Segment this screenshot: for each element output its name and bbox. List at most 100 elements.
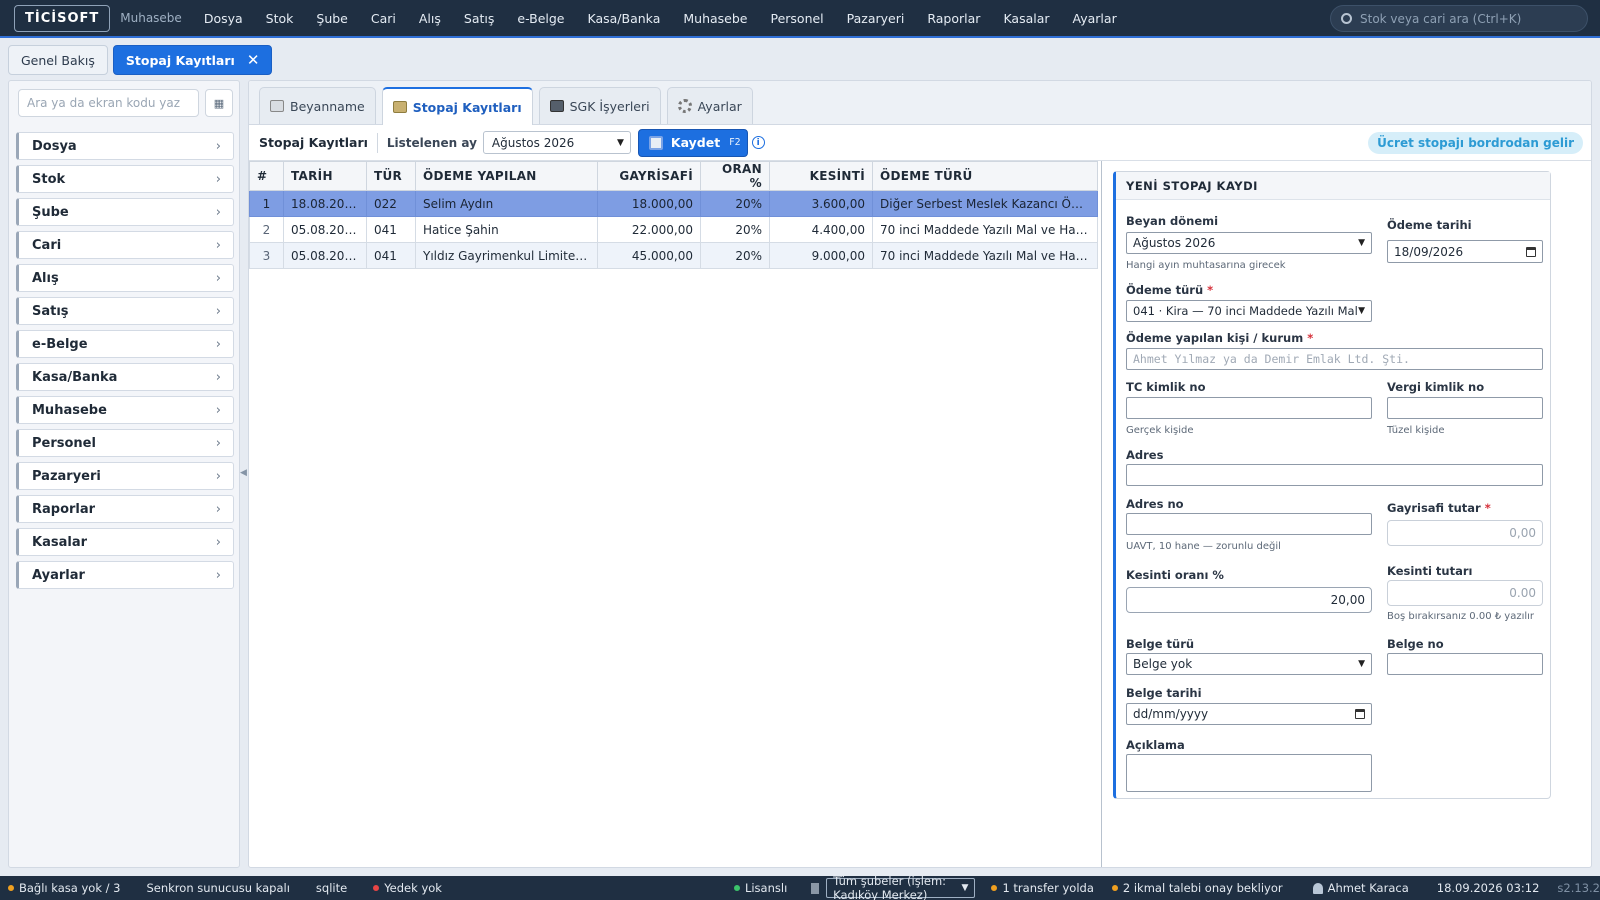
sidebar-item-raporlar[interactable]: Raporlar › (16, 495, 234, 523)
chevron-right-icon: › (215, 237, 221, 253)
top-menu-kasa-banka[interactable]: Kasa/Banka (588, 11, 661, 26)
table-row[interactable]: 1 18.08.2026 022 Selim Aydın 18.000,00 2… (249, 190, 1098, 217)
odeme-turu-select[interactable]: 041 · Kira — 70 inci Maddede Yazılı Mal … (1126, 300, 1372, 322)
oran-value: 20,00 (1330, 593, 1365, 607)
top-menu-kasalar[interactable]: Kasalar (1003, 11, 1049, 26)
gayrisafi-input[interactable]: 0,00 (1387, 520, 1543, 546)
belge-no-input[interactable] (1387, 653, 1543, 675)
col-header-payment-type[interactable]: ÖDEME TÜRÜ (872, 161, 1098, 191)
chevron-down-icon: ▼ (1358, 306, 1365, 316)
sidebar-item-pazaryeri[interactable]: Pazaryeri › (16, 462, 234, 490)
col-header-rate[interactable]: ORAN % (700, 161, 770, 191)
status-user[interactable]: Ahmet Karaca (1312, 881, 1409, 895)
cell-payment-type: 70 inci Maddede Yazılı Mal ve Hakların K… (872, 216, 1098, 243)
info-icon[interactable]: i (751, 136, 765, 149)
tab-sgk-isyerleri[interactable]: SGK İşyerleri (538, 87, 661, 124)
stopaj-table: # TARİH TÜR ÖDEME YAPILAN GAYRİSAFİ ORAN… (249, 161, 1098, 269)
sidebar-item-stok[interactable]: Stok › (16, 165, 234, 193)
top-menu-muhasebe[interactable]: Muhasebe (683, 11, 747, 26)
user-icon (1312, 882, 1323, 894)
top-menu-cari[interactable]: Cari (371, 11, 396, 26)
kesinti-label: Kesinti tutarı (1387, 564, 1473, 578)
top-menu-satis[interactable]: Satış (464, 11, 494, 26)
cell-type: 041 (366, 242, 416, 269)
belge-turu-select[interactable]: Belge yok ▼ (1126, 653, 1372, 675)
adres-no-input[interactable] (1126, 513, 1372, 535)
adres-input[interactable] (1126, 464, 1543, 486)
col-header-date[interactable]: TARİH (283, 161, 367, 191)
status-transfer[interactable]: 1 transfer yolda (991, 881, 1094, 895)
page-tabs: Genel Bakış Stopaj Kayıtları ✕ (0, 40, 1600, 80)
global-search-input[interactable]: Stok veya cari ara (Ctrl+K) (1330, 5, 1588, 32)
sidebar-item-kasa-banka[interactable]: Kasa/Banka › (16, 363, 234, 391)
odeme-turu-label: Ödeme türü * (1126, 283, 1213, 297)
sidebar-item-ebelge[interactable]: e-Belge › (16, 330, 234, 358)
sidebar-item-muhasebe[interactable]: Muhasebe › (16, 396, 234, 424)
odeme-tarihi-input[interactable]: 18/09/2026 (1387, 240, 1543, 263)
kisi-input[interactable]: Ahmet Yılmaz ya da Demir Emlak Ltd. Şti. (1126, 348, 1543, 370)
top-menu-alis[interactable]: Alış (419, 11, 441, 26)
table-row[interactable]: 2 05.08.2026 041 Hatice Şahin 22.000,00 … (249, 216, 1098, 243)
col-header-payee[interactable]: ÖDEME YAPILAN (415, 161, 598, 191)
sidebar-grid-button[interactable]: ▦ (205, 89, 233, 117)
top-menu-stok[interactable]: Stok (266, 11, 294, 26)
sidebar-collapse-handle[interactable]: ◀ (240, 468, 247, 478)
tab-stopaj-kayitlari[interactable]: Stopaj Kayıtları (381, 87, 533, 125)
sidebar-item-alis[interactable]: Alış › (16, 264, 234, 292)
status-version: s2.13.2 (1557, 881, 1600, 895)
branch-select[interactable]: Tüm şubeler (işlem: Kadıköy Merkez) ▼ (826, 874, 976, 900)
tab-ayarlar[interactable]: Ayarlar (666, 87, 753, 124)
page-tab-stopaj[interactable]: Stopaj Kayıtları ✕ (112, 45, 273, 75)
odeme-turu-label-text: Ödeme türü (1126, 283, 1204, 297)
beyan-select[interactable]: Ağustos 2026 ▼ (1126, 232, 1372, 254)
vkn-input[interactable] (1387, 397, 1543, 419)
top-menu-ebelge[interactable]: e-Belge (517, 11, 564, 26)
sidebar-item-sube[interactable]: Şube › (16, 198, 234, 226)
sidebar-item-cari[interactable]: Cari › (16, 231, 234, 259)
top-menu-personel[interactable]: Personel (770, 11, 823, 26)
save-button[interactable]: Kaydet F2 (637, 128, 748, 157)
sidebar-item-dosya[interactable]: Dosya › (16, 132, 234, 160)
col-header-deduction[interactable]: KESİNTİ (769, 161, 873, 191)
page-tab-genel-bakis[interactable]: Genel Bakış (8, 45, 108, 75)
floppy-disk-icon (648, 135, 663, 150)
close-icon[interactable]: ✕ (247, 51, 260, 69)
kesinti-input[interactable]: 0.00 (1387, 580, 1543, 606)
sidebar-item-label: Pazaryeri (32, 468, 101, 484)
month-select[interactable]: Ağustos 2026 ▼ (482, 131, 631, 154)
tab-beyanname[interactable]: Beyanname (259, 87, 376, 124)
status-ikmal[interactable]: 2 ikmal talebi onay bekliyor (1111, 881, 1283, 895)
chevron-right-icon: › (215, 336, 221, 352)
tab-label: Stopaj Kayıtları (412, 99, 522, 115)
sidebar-item-personel[interactable]: Personel › (16, 429, 234, 457)
table-row[interactable]: 3 05.08.2026 041 Yıldız Gayrimenkul Limi… (249, 242, 1098, 269)
cell-deduction: 9.000,00 (769, 242, 873, 269)
sidebar-item-satis[interactable]: Satış › (16, 297, 234, 325)
col-header-gross[interactable]: GAYRİSAFİ (597, 161, 701, 191)
belge-turu-value: Belge yok (1133, 657, 1193, 671)
top-menu-sube[interactable]: Şube (316, 11, 347, 26)
top-menu-ayarlar[interactable]: Ayarlar (1073, 11, 1117, 26)
top-menu: Dosya Stok Şube Cari Alış Satış e-Belge … (204, 11, 1140, 26)
top-menu-dosya[interactable]: Dosya (204, 11, 243, 26)
cell-gross: 45.000,00 (597, 242, 701, 269)
belge-turu-label: Belge türü (1126, 637, 1195, 651)
cell-rate: 20% (700, 242, 770, 269)
status-ikmal-text: 2 ikmal talebi onay bekliyor (1122, 881, 1283, 895)
sidebar-item-label: Şube (32, 204, 69, 220)
col-header-index[interactable]: # (249, 161, 284, 191)
chevron-down-icon: ▼ (961, 883, 969, 893)
belge-tarihi-input[interactable]: dd/mm/yyyy (1126, 703, 1372, 725)
app-logo[interactable]: TİCİSOFT (14, 4, 111, 32)
oran-input[interactable]: 20,00 (1126, 587, 1372, 613)
module-name: Muhasebe (120, 11, 182, 25)
cell-payee: Hatice Şahin (415, 216, 598, 243)
sidebar-item-kasalar[interactable]: Kasalar › (16, 528, 234, 556)
tc-input[interactable] (1126, 397, 1372, 419)
sidebar-search-input[interactable]: Ara ya da ekran kodu yaz (18, 89, 199, 117)
sidebar-item-ayarlar[interactable]: Ayarlar › (16, 561, 234, 589)
aciklama-textarea[interactable] (1126, 754, 1372, 792)
top-menu-pazaryeri[interactable]: Pazaryeri (847, 11, 905, 26)
top-menu-raporlar[interactable]: Raporlar (927, 11, 980, 26)
col-header-type[interactable]: TÜR (366, 161, 416, 191)
